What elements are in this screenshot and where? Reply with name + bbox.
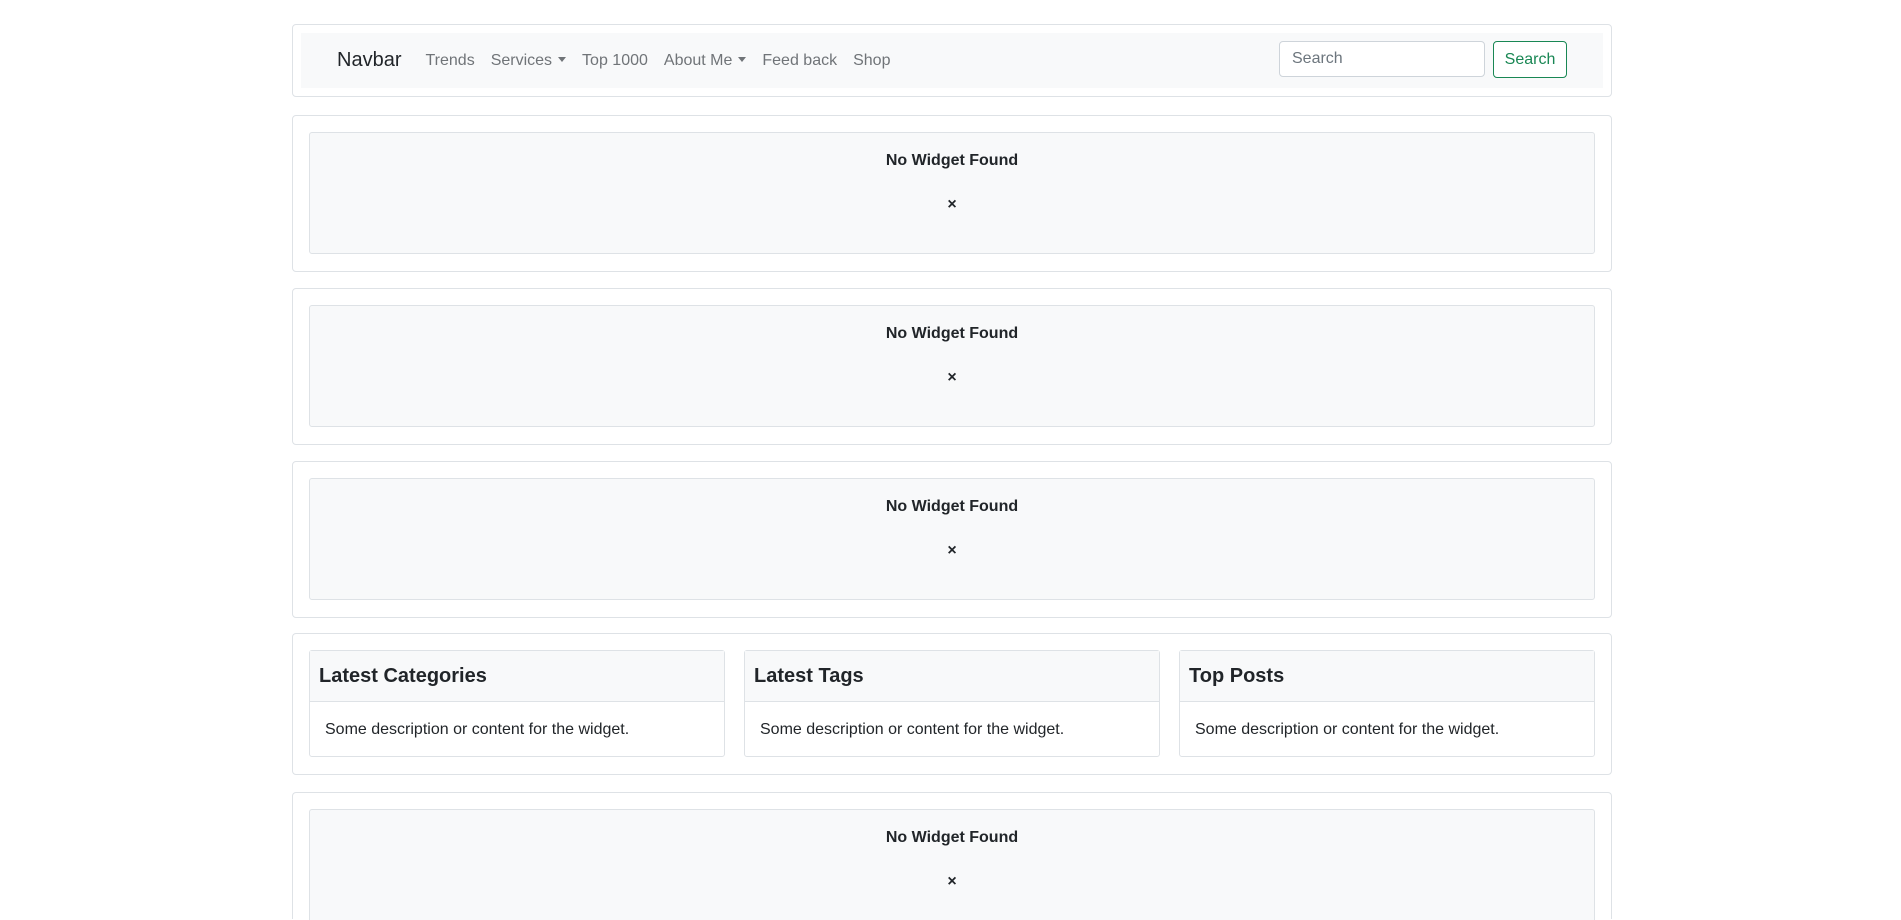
widget-card-latest-categories: Latest Categories Some description or co… — [309, 650, 725, 757]
widget-cards-section: Latest Categories Some description or co… — [292, 633, 1612, 775]
close-icon[interactable]: × — [310, 369, 1594, 387]
card-title: Latest Tags — [745, 651, 1159, 702]
card-body: Some description or content for the widg… — [325, 721, 630, 738]
card-body: Some description or content for the widg… — [1195, 721, 1500, 738]
navbar-frame: Navbar Trends Services Top 1000 About Me… — [292, 24, 1612, 97]
nav-link-shop[interactable]: Shop — [853, 52, 890, 70]
empty-widget: No Widget Found × — [309, 132, 1595, 254]
nav-dropdown-about-me[interactable]: About Me — [664, 52, 746, 70]
empty-widget: No Widget Found × — [309, 478, 1595, 600]
navbar-brand[interactable]: Navbar — [337, 49, 401, 72]
widget-card-top-posts: Top Posts Some description or content fo… — [1179, 650, 1595, 757]
navbar: Navbar Trends Services Top 1000 About Me… — [301, 33, 1603, 88]
nav-link-trends[interactable]: Trends — [425, 52, 474, 70]
close-icon[interactable]: × — [310, 196, 1594, 214]
widget-section: No Widget Found × — [292, 792, 1612, 920]
search-button[interactable]: Search — [1493, 41, 1567, 78]
widget-section: No Widget Found × — [292, 461, 1612, 618]
widget-section: No Widget Found × — [292, 288, 1612, 445]
nav-link-top-1000[interactable]: Top 1000 — [582, 52, 648, 70]
close-icon[interactable]: × — [310, 873, 1594, 891]
widget-card-latest-tags: Latest Tags Some description or content … — [744, 650, 1160, 757]
card-title: Top Posts — [1180, 651, 1594, 702]
empty-widget: No Widget Found × — [309, 305, 1595, 427]
card-body: Some description or content for the widg… — [760, 721, 1065, 738]
card-title: Latest Categories — [310, 651, 724, 702]
empty-widget-title: No Widget Found — [885, 152, 1019, 169]
empty-widget-title: No Widget Found — [885, 325, 1019, 342]
nav-link-feed-back[interactable]: Feed back — [762, 52, 837, 70]
widget-section: No Widget Found × — [292, 115, 1612, 272]
close-icon[interactable]: × — [310, 542, 1594, 560]
nav-dropdown-services[interactable]: Services — [491, 52, 566, 70]
search-input[interactable] — [1279, 41, 1485, 77]
empty-widget-title: No Widget Found — [885, 829, 1019, 846]
empty-widget-title: No Widget Found — [885, 498, 1019, 515]
empty-widget: No Widget Found × — [309, 809, 1595, 920]
